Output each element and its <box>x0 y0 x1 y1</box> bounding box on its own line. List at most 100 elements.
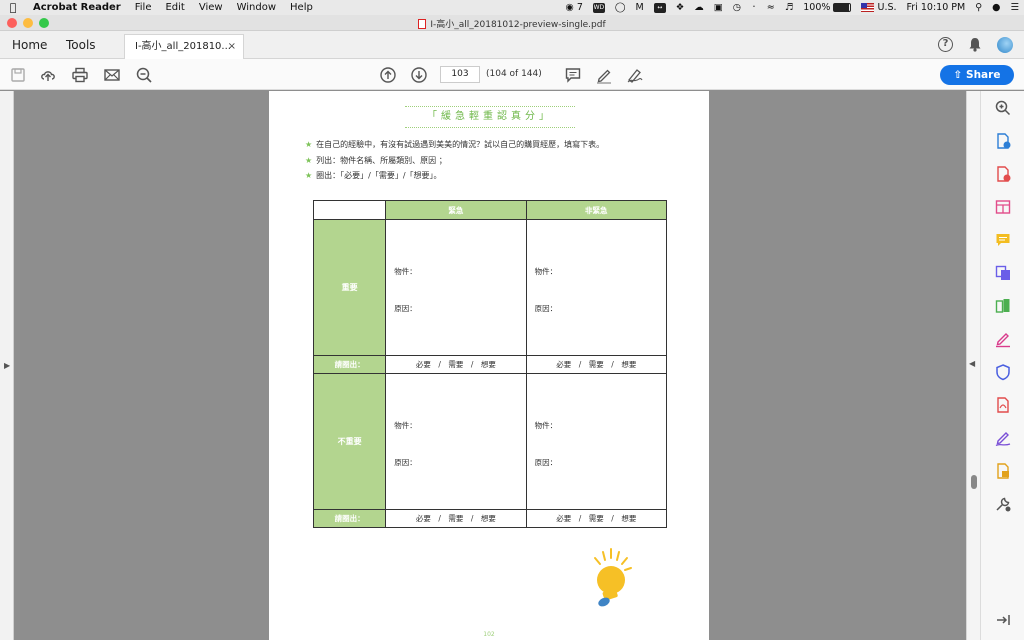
circle-options: 必要 / 需要 / 想要 <box>525 355 668 374</box>
instruction-item: ★ 列出：物件名稱、所屬類別、原因 ； <box>305 153 604 169</box>
toolbar: 103 (104 of 144) ⇧ Share <box>0 59 1024 90</box>
circle-prompt-label: 請圈出： <box>312 355 387 374</box>
zoom-out-icon[interactable] <box>135 66 153 84</box>
menu-view[interactable]: View <box>192 2 230 13</box>
send-for-signature-icon[interactable] <box>994 429 1012 447</box>
dropbox-icon[interactable]: ❖ <box>671 2 690 13</box>
matrix-corner-cell <box>312 200 387 220</box>
input-source[interactable]: U.S. <box>856 2 901 13</box>
tab-document[interactable]: I-高小_all_201810... × <box>124 34 244 59</box>
adobe-pdf-icon[interactable] <box>994 396 1012 414</box>
instruction-list: ★ 在自己的經驗中，有沒有試過遇到美美的情況？試以自己的購買經歷，填寫下表。 ★ 列… <box>305 137 604 184</box>
bluetooth-icon[interactable]: ᛫ <box>746 2 762 13</box>
menu-file[interactable]: File <box>128 2 159 13</box>
spotlight-search-icon[interactable]: ⚲ <box>970 2 987 13</box>
star-icon: ★ <box>305 140 313 149</box>
battery-status[interactable]: 100% <box>798 2 856 13</box>
user-icon[interactable]: ● <box>987 2 1005 13</box>
share-button[interactable]: ⇧ Share <box>940 65 1014 85</box>
reason-label: 原因： <box>394 304 417 313</box>
star-icon: ★ <box>305 155 313 165</box>
menu-edit[interactable]: Edit <box>158 2 191 13</box>
close-tab-icon[interactable]: × <box>228 35 236 59</box>
upload-cloud-icon[interactable] <box>39 66 57 84</box>
tab-tools[interactable]: Tools <box>66 38 96 52</box>
collapse-panel-icon[interactable] <box>994 611 1012 629</box>
expand-left-pane-icon[interactable]: ▶ <box>4 361 10 370</box>
acrobat-window:  Acrobat Reader File Edit View Window H… <box>0 0 1024 640</box>
highlight-pen-icon[interactable] <box>595 66 613 84</box>
comment-icon[interactable] <box>564 66 582 84</box>
cell-not-important-not-urgent: 物件： 原因： <box>525 373 668 510</box>
wechat-status[interactable]: ◉ 7 <box>561 2 588 13</box>
collapse-right-pane-icon[interactable]: ◀ <box>969 359 975 368</box>
help-icon[interactable]: ? <box>938 37 953 52</box>
notification-bell-icon[interactable] <box>968 37 982 52</box>
save-icon[interactable] <box>9 66 27 84</box>
comment-tool-icon[interactable] <box>994 231 1012 249</box>
tab-home[interactable]: Home <box>12 38 47 52</box>
circle-options: 必要 / 需要 / 想要 <box>385 509 527 528</box>
reason-label: 原因： <box>534 458 558 467</box>
page-footer-number: 102 <box>483 631 495 638</box>
create-pdf-icon[interactable] <box>994 165 1012 183</box>
menu-help[interactable]: Help <box>283 2 320 13</box>
cell-important-urgent: 物件： 原因： <box>385 219 527 356</box>
gmail-icon[interactable]: M <box>631 2 649 13</box>
instruction-text: 在自己的經驗中，有沒有試過遇到美美的情況？試以自己的購買經歷，填寫下表。 <box>316 140 605 149</box>
window-title: I-高小_all_20181012-preview-single.pdf <box>0 17 1024 30</box>
export-pdf-icon[interactable] <box>994 132 1012 150</box>
organize-pages-icon[interactable] <box>994 297 1012 315</box>
scrollbar-thumb[interactable] <box>971 475 977 489</box>
cloud-icon[interactable]: ☁ <box>689 2 709 13</box>
teamviewer-icon[interactable]: ↔ <box>649 2 671 13</box>
search-tool-icon[interactable] <box>994 99 1012 117</box>
lock-icon[interactable]: ▣ <box>709 2 728 13</box>
macos-menu-bar:  Acrobat Reader File Edit View Window H… <box>0 0 1024 15</box>
wifi-icon[interactable]: ≈ <box>762 2 780 13</box>
urgency-importance-matrix: 緊急 非緊急 重要 物件： 原因： 物件： 原因： 請圈出： 必要 / 需要 /… <box>312 200 668 528</box>
share-button-label: Share <box>966 69 1001 81</box>
us-flag-icon <box>861 3 875 12</box>
fill-sign-tool-icon[interactable] <box>994 330 1012 348</box>
input-source-label: U.S. <box>877 2 897 13</box>
notification-center-icon[interactable]: ☰ <box>1005 2 1024 13</box>
protect-icon[interactable] <box>994 363 1012 381</box>
volume-icon[interactable]: ♬ <box>780 2 799 13</box>
page-title: 「緩急輕重認真分」 <box>405 106 575 128</box>
email-icon[interactable] <box>103 66 121 84</box>
profile-avatar[interactable] <box>997 37 1013 53</box>
wechat-icon: ◉ <box>565 2 574 13</box>
page-number-input[interactable]: 103 <box>440 66 480 83</box>
menu-window[interactable]: Window <box>230 2 283 13</box>
app-menu[interactable]: Acrobat Reader <box>26 2 128 13</box>
wd-icon[interactable]: WD <box>588 2 610 13</box>
print-icon[interactable] <box>71 66 89 84</box>
apple-icon[interactable]:  <box>0 1 26 14</box>
clock[interactable]: Fri 10:10 PM <box>902 2 971 13</box>
instruction-text: 列出：物件名稱、所屬類別、原因 ； <box>316 155 447 165</box>
instruction-item: ★ 在自己的經驗中，有沒有試過遇到美美的情況？試以自己的購買經歷，填寫下表。 <box>305 137 604 153</box>
reason-label: 原因： <box>534 304 558 313</box>
column-header-not-urgent: 非緊急 <box>525 200 668 220</box>
more-tools-icon[interactable] <box>994 495 1012 513</box>
left-pane-toggle[interactable]: ▶ <box>0 91 14 640</box>
lightbulb-icon <box>594 548 632 607</box>
cell-not-important-urgent: 物件： 原因： <box>385 373 527 510</box>
column-header-urgent: 緊急 <box>385 200 527 220</box>
send-comments-icon[interactable] <box>994 462 1012 480</box>
edit-pdf-icon[interactable] <box>994 198 1012 216</box>
circle-options: 必要 / 需要 / 想要 <box>525 509 668 528</box>
window-title-text: I-高小_all_20181012-preview-single.pdf <box>430 20 606 30</box>
reason-label: 原因： <box>394 458 417 467</box>
right-tools-panel: ◀ <box>969 91 1024 640</box>
fill-sign-icon[interactable] <box>626 66 644 84</box>
previous-page-icon[interactable] <box>379 66 397 84</box>
time-machine-icon[interactable]: ◷ <box>728 2 746 13</box>
combine-files-icon[interactable] <box>994 264 1012 282</box>
creative-cloud-icon[interactable]: ◯ <box>610 2 631 13</box>
page-count-label: (104 of 144) <box>486 69 542 79</box>
item-label: 物件： <box>534 421 558 430</box>
next-page-icon[interactable] <box>410 66 428 84</box>
battery-percent: 100% <box>803 2 831 13</box>
